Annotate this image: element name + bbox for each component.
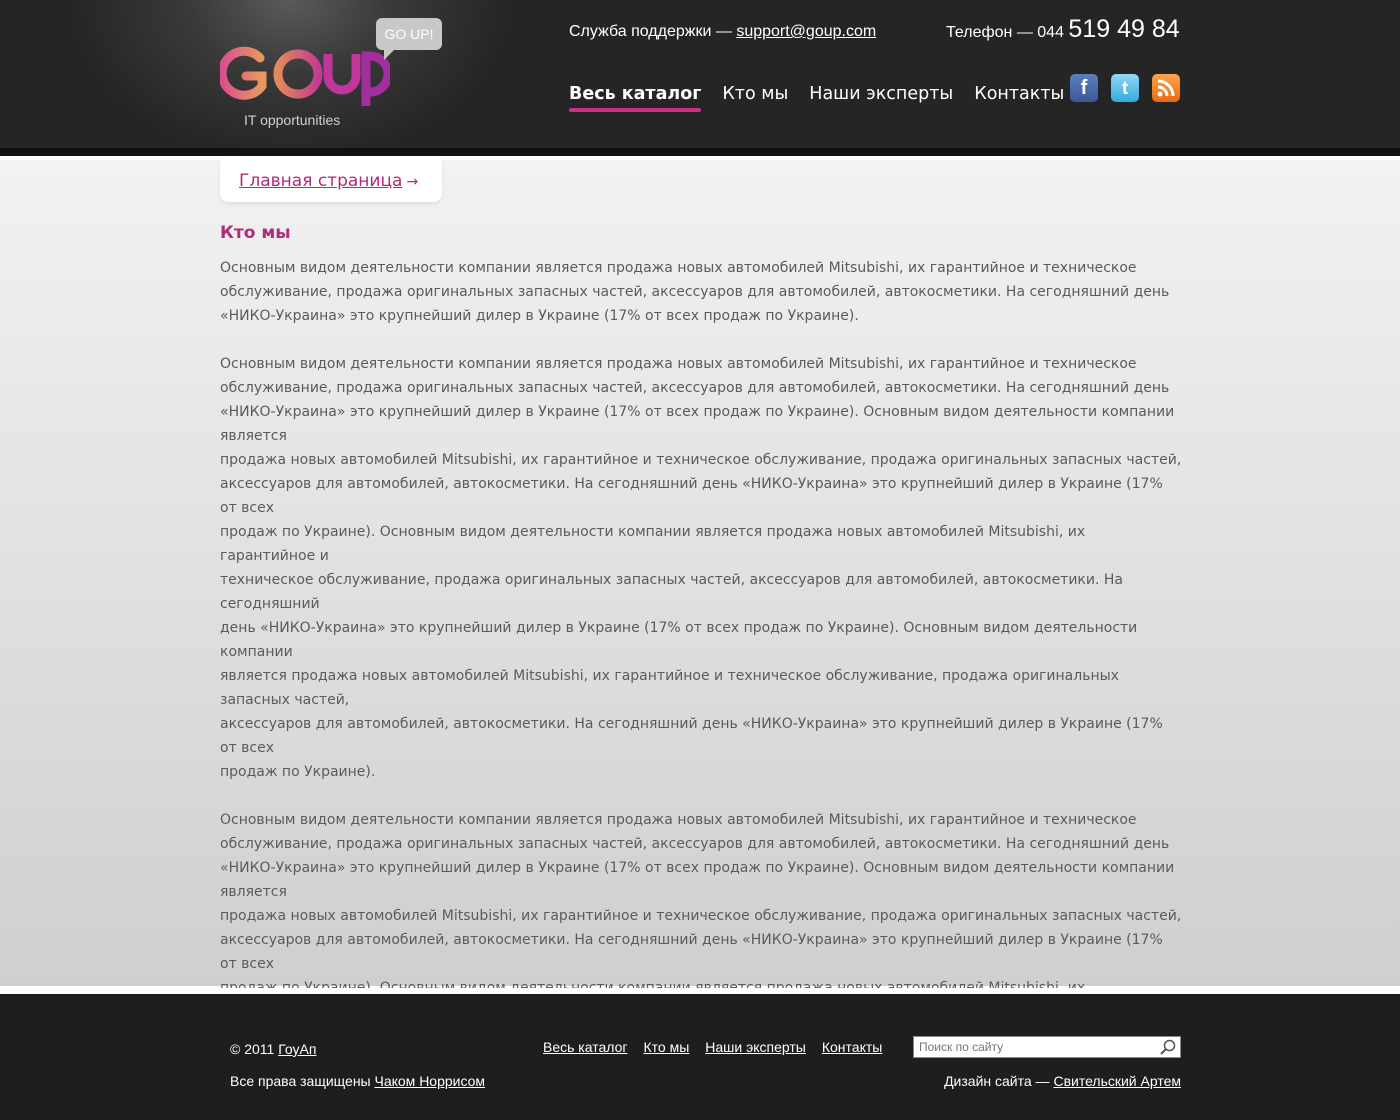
main-content: Главная страница → Кто мы Основным видом … [0, 160, 1400, 1116]
footer-nav-about[interactable]: Кто мы [643, 1039, 689, 1055]
breadcrumb-label: Главная страница [239, 171, 403, 191]
phone-number: 519 49 84 [1068, 15, 1180, 43]
site-header: IT opportunities GO UP! Служба поддержки… [0, 0, 1400, 150]
support-info: Служба поддержки — support@goup.com [569, 23, 876, 41]
copyright-text: © 2011 [230, 1041, 275, 1057]
paragraph: Основным видом деятельности компании явл… [220, 260, 1170, 324]
paragraph: Основным видом деятельности компании явл… [220, 356, 1182, 780]
rss-glyph [1157, 79, 1175, 97]
nav-catalog[interactable]: Весь каталог [569, 84, 702, 112]
arrow-right-icon: → [406, 174, 419, 190]
facebook-icon[interactable]: f [1070, 74, 1098, 102]
footer-nav: Весь каталог Кто мы Наши эксперты Контак… [543, 1039, 882, 1055]
rights: Все права защищены Чаком Норрисом [230, 1073, 485, 1089]
rss-icon[interactable] [1152, 74, 1180, 102]
goup-logo[interactable]: IT opportunities [217, 44, 393, 134]
footer-nav-contacts[interactable]: Контакты [822, 1039, 882, 1055]
twitter-icon[interactable]: t [1111, 74, 1139, 102]
site-footer: © 2011 ГоуАп Все права защищены Чаком Но… [0, 994, 1400, 1120]
design-credit: Дизайн сайта — Свительский Артем [944, 1073, 1181, 1089]
social-links: f t [1070, 74, 1180, 102]
main-nav: Весь каталог Кто мы Наши эксперты Контак… [569, 84, 1064, 112]
support-label: Служба поддержки — [569, 23, 732, 40]
footer-nav-experts[interactable]: Наши эксперты [705, 1039, 806, 1055]
support-email-link[interactable]: support@goup.com [736, 23, 876, 40]
designer-link[interactable]: Свительский Артем [1053, 1073, 1181, 1089]
breadcrumb: Главная страница → [220, 160, 442, 202]
copyright: © 2011 ГоуАп [230, 1041, 316, 1057]
logo-tagline: IT opportunities [244, 112, 341, 128]
breadcrumb-home-link[interactable]: Главная страница → [239, 171, 418, 191]
phone-info: Телефон — 044 519 49 84 [946, 15, 1180, 44]
nav-about[interactable]: Кто мы [722, 84, 788, 110]
search-icon[interactable] [1159, 1038, 1177, 1056]
goup-logo-mark [217, 46, 393, 106]
page-title: Кто мы [220, 223, 291, 243]
brand-link[interactable]: ГоуАп [278, 1041, 316, 1057]
search-input[interactable] [914, 1037, 1154, 1057]
nav-experts[interactable]: Наши эксперты [809, 84, 953, 110]
design-label: Дизайн сайта — [944, 1073, 1050, 1089]
footer-nav-catalog[interactable]: Весь каталог [543, 1039, 627, 1055]
phone-label: Телефон — 044 [946, 24, 1064, 41]
header-divider [0, 148, 1400, 156]
rights-text: Все права защищены [230, 1073, 371, 1089]
site-search [913, 1036, 1181, 1058]
nav-contacts[interactable]: Контакты [974, 84, 1064, 110]
go-up-bubble: GO UP! [376, 18, 442, 60]
rights-link[interactable]: Чаком Норрисом [375, 1073, 486, 1089]
